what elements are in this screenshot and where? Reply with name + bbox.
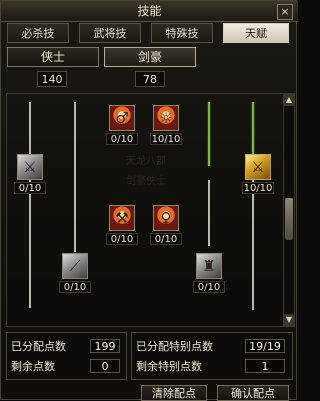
gray-sword-glyph: ⚔ [23,158,37,176]
tab-special-skill[interactable]: 特殊技 [151,23,213,43]
fire-monk-glyph: ♂ [115,109,129,127]
gold-sword-icon[interactable]: ⚔ [245,154,271,180]
class-button-xiashi[interactable]: 侠士 [7,47,99,67]
fire-warrior-count: 10/10 [150,133,182,145]
fire-warrior-icon[interactable]: ☼ [153,105,179,131]
special-remaining-label: 剩余特别点数 [136,360,202,373]
scroll-up-icon[interactable]: ▲ [284,94,294,106]
special-allocated-label: 已分配特别点数 [136,340,213,353]
stats-right-box: 已分配特别点数 19/19 剩余特别点数 1 [131,332,293,380]
tab-general-skill[interactable]: 武将技 [79,23,141,43]
fire-dancer-glyph: ♀ [160,209,172,227]
connector-left-mid [74,102,76,252]
special-allocated-value: 19/19 [245,339,285,353]
tab-special-attack[interactable]: 必杀技 [7,23,69,43]
watermark-line-2: 剑豪侠士 [126,176,166,187]
tower-glyph: ♜ [202,257,216,275]
allocated-points-label: 已分配点数 [11,340,66,353]
tower-count: 0/10 [193,281,225,293]
fire-boot-icon[interactable]: ⚒ [109,205,135,231]
talent-tree: 天龙八部 剑豪侠士 ♂ 0/10 ☼ 10/10 ⚔ 0/10 ⚔ 10/10 … [6,93,295,327]
gray-sword-count: 0/10 [14,182,46,194]
class-points-xiashi: 140 [37,71,67,87]
special-remaining-value: 1 [245,359,285,373]
talent-window: 技能 × 必杀技 武将技 特殊技 天赋 侠士 剑豪 140 78 天龙八部 剑豪… [0,0,298,401]
gold-sword-count: 10/10 [242,182,274,194]
connector-right-bottom [252,180,254,310]
blade-icon[interactable]: ⟋ [62,253,88,279]
blade-count: 0/10 [59,281,91,293]
tower-icon[interactable]: ♜ [196,253,222,279]
connector-right-top [208,102,210,166]
gray-sword-icon[interactable]: ⚔ [17,154,43,180]
gold-sword-glyph: ⚔ [251,158,265,176]
talent-scrollbar[interactable]: ▲ ▼ [283,94,294,326]
fire-monk-icon[interactable]: ♂ [109,105,135,131]
remaining-points-label: 剩余点数 [11,360,55,373]
blade-glyph: ⟋ [69,257,81,275]
tab-talent[interactable]: 天赋 [223,23,289,43]
scroll-thumb[interactable] [285,198,293,240]
clear-points-button[interactable]: 清除配点 [141,385,207,401]
class-button-jianhao[interactable]: 剑豪 [104,47,196,67]
scroll-down-icon[interactable]: ▼ [284,314,294,326]
confirm-points-button[interactable]: 确认配点 [217,385,289,401]
fire-monk-count: 0/10 [106,133,138,145]
fire-dancer-icon[interactable]: ♀ [153,205,179,231]
fire-boot-count: 0/10 [106,233,138,245]
connector-right-mid [208,180,210,246]
fire-warrior-glyph: ☼ [159,109,173,127]
remaining-points-value: 0 [90,359,120,373]
stats-left-box: 已分配点数 199 剩余点数 0 [6,332,127,380]
class-points-jianhao: 78 [135,71,165,87]
allocated-points-value: 199 [90,339,120,353]
fire-boot-glyph: ⚒ [115,209,129,227]
close-icon[interactable]: × [277,4,293,20]
window-title: 技能 [1,1,298,22]
connector-left-bottom [29,180,31,308]
fire-dancer-count: 0/10 [150,233,182,245]
watermark-line-1: 天龙八部 [126,156,166,167]
